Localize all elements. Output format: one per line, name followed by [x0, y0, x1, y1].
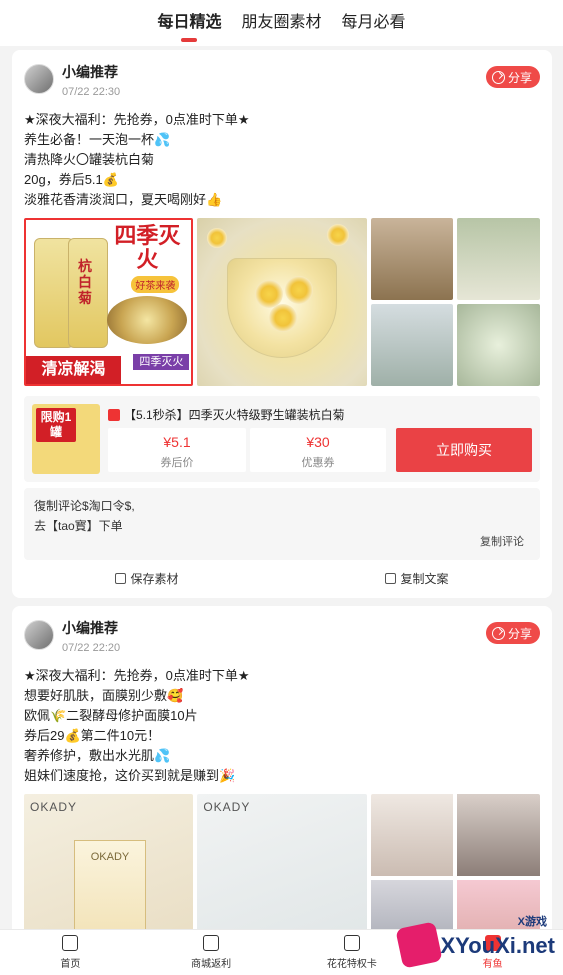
share-label: 分享 [507, 70, 532, 85]
product-title-text: 【5.1秒杀】四季灭火特级野生罐装杭白菊 [124, 408, 345, 422]
copy-text-button[interactable]: 复制文案 [282, 558, 552, 598]
save-material-label: 保存素材 [130, 571, 179, 586]
post-line: 清热降火〇罐装杭白菊 [24, 152, 155, 167]
flower-pile [107, 296, 188, 344]
copy-text-label: 复制文案 [400, 571, 449, 586]
post-time: 07/22 22:20 [62, 642, 121, 654]
photo-grid[interactable] [370, 218, 540, 386]
product-title: 【5.1秒杀】四季灭火特级野生罐装杭白菊 [108, 406, 345, 423]
copy-comment-button[interactable]: 复制评论 [480, 532, 524, 552]
copy-icon [385, 572, 397, 584]
product-thumbnail: 限购1罐 [32, 404, 100, 474]
share-icon [491, 626, 505, 640]
grid-photo [457, 304, 540, 386]
tabbar-label: 花花特权卡 [326, 959, 377, 970]
grid-photo [370, 794, 454, 876]
share-label: 分享 [507, 626, 532, 641]
price-after-coupon: ¥5.1 券后价 [108, 428, 246, 472]
gift-icon [343, 935, 360, 951]
brand-logo: OKADY [30, 800, 78, 814]
save-material-button[interactable]: 保存素材 [12, 558, 282, 598]
watermark-top-text: X游戏 [517, 916, 547, 928]
tabbar-home[interactable]: 首页 [0, 930, 141, 975]
tabbar-label: 商城返利 [191, 959, 232, 970]
tab-monthly-must-see[interactable]: 每月必看 [342, 8, 406, 38]
watermark-brand: XYouXi.net [440, 933, 556, 958]
image-pill: 好茶来袭 [131, 276, 180, 293]
avatar[interactable] [24, 620, 54, 650]
chrysanthemum [327, 224, 350, 246]
product-card[interactable]: 限购1罐 【5.1秒杀】四季灭火特级野生罐装杭白菊 ¥5.1 券后价 ¥30 优… [24, 396, 540, 482]
author-name: 小编推荐 [62, 64, 118, 80]
home-icon [62, 935, 79, 951]
image-banner: 清凉解渴 [26, 356, 121, 384]
buy-now-button[interactable]: 立即购买 [396, 428, 532, 472]
post-header: 小编推荐 07/22 22:30 分享 [12, 50, 552, 110]
post-images: 杭白菊 四季灭火 好茶来袭 四季灭火 清凉解渴 [12, 218, 552, 386]
image-banner-secondary: 四季灭火 [133, 354, 190, 370]
post-line: 淡雅花香清淡润口，夏天喝刚好👍 [24, 192, 223, 207]
post-line: 20g，券后5.1💰 [24, 172, 119, 187]
author-name: 小编推荐 [62, 620, 118, 636]
grid-photo [457, 794, 540, 876]
grid-photo [370, 218, 454, 300]
post-actions: 保存素材 复制文案 [12, 558, 552, 598]
jar-label: 杭白菊 [78, 258, 92, 306]
tab-daily-picks[interactable]: 每日精选 [157, 8, 221, 42]
tea-cup-image[interactable] [197, 218, 367, 386]
post-line: ★深夜大福利：先抢券，0点准时下单★ [24, 112, 250, 127]
post-time: 07/22 22:30 [62, 86, 121, 98]
post-card: 小编推荐 07/22 22:30 分享 ★深夜大福利：先抢券，0点准时下单★ 养… [12, 50, 552, 598]
price-value: ¥5.1 [163, 434, 191, 450]
package-brand: OKADY [90, 851, 130, 863]
coupon-label: 优惠券 [301, 457, 335, 469]
share-button[interactable]: 分享 [485, 622, 540, 644]
tab-moments-materials[interactable]: 朋友圈素材 [241, 8, 321, 38]
post-line: 养生必备！一天泡一杯💦 [24, 132, 171, 147]
post-line: 奢养修护，敷出水光肌💦 [24, 748, 171, 763]
image-title: 四季灭火 [114, 223, 181, 272]
grid-photo [370, 304, 454, 386]
comment-line: 去【tao寳】下单 [34, 519, 123, 533]
coupon-value-box: ¥30 优惠券 [250, 428, 386, 472]
post-text: ★深夜大福利：先抢券，0点准时下单★ 养生必备！一天泡一杯💦 清热降火〇罐装杭白… [12, 110, 552, 210]
post-line: 姐妹们速度抢，这价买到就是赚到🎉 [24, 768, 236, 783]
image-icon [115, 572, 127, 584]
comment-box: 復制评论$淘口令$, 去【tao寳】下单 复制评论 [24, 488, 540, 560]
chrysanthemum [207, 228, 228, 248]
grid-photo [457, 218, 540, 300]
limit-badge: 限购1罐 [36, 408, 76, 442]
comment-line: 復制评论$淘口令$, [34, 499, 135, 513]
share-icon [491, 70, 505, 84]
tabbar-mall-rebate[interactable]: 商城返利 [141, 930, 282, 975]
tabbar-label: 首页 [60, 959, 81, 970]
post-line: 想要好肌肤，面膜别少敷🥰 [24, 688, 184, 703]
coupon-value: ¥30 [306, 434, 330, 450]
site-watermark: X游戏 XYouXi.net [395, 909, 555, 971]
post-header: 小编推荐 07/22 22:20 分享 [12, 606, 552, 666]
post-line: 欧佩🌾二裂酵母修护面膜10片 [24, 708, 198, 723]
top-tabs: 每日精选 朋友圈素材 每月必看 [0, 0, 563, 46]
price-label: 券后价 [160, 457, 194, 469]
product-image[interactable]: 杭白菊 四季灭火 好茶来袭 四季灭火 清凉解渴 [24, 218, 194, 386]
avatar[interactable] [24, 64, 54, 94]
post-line: 券后29💰第二件10元！ [24, 728, 161, 743]
post-line: ★深夜大福利：先抢券，0点准时下单★ [24, 668, 250, 683]
brand-logo: OKADY [203, 800, 251, 814]
tmall-icon [108, 409, 120, 421]
watermark-logo [395, 921, 443, 969]
share-button[interactable]: 分享 [485, 66, 540, 88]
post-text: ★深夜大福利：先抢券，0点准时下单★ 想要好肌肤，面膜别少敷🥰 欧佩🌾二裂酵母修… [12, 666, 552, 786]
robot-icon [203, 935, 220, 951]
